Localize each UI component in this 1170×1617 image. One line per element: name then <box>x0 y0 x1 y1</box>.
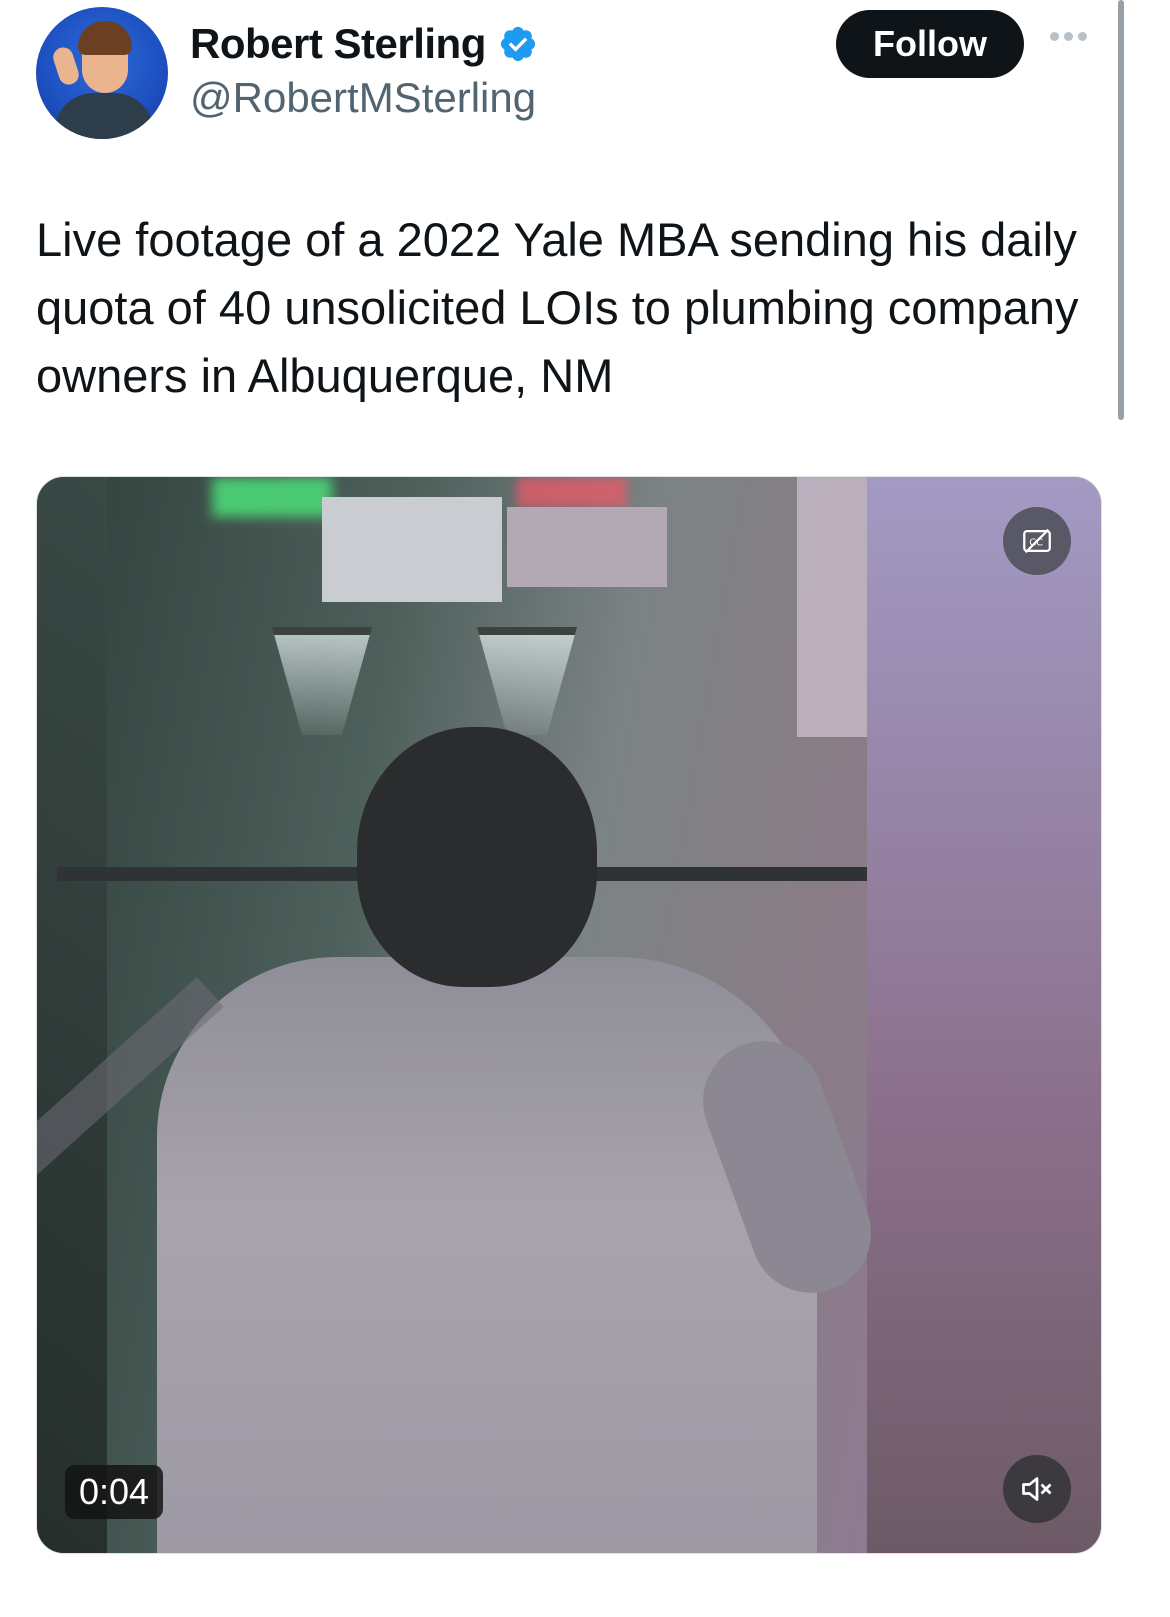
author-name[interactable]: Robert Sterling <box>190 20 486 68</box>
author-handle[interactable]: @RobertMSterling <box>190 74 536 122</box>
verified-badge-icon <box>500 26 535 62</box>
scrollbar[interactable] <box>1118 0 1124 420</box>
scene-sign <box>322 497 502 602</box>
scene-light <box>517 477 627 507</box>
scene-pillar <box>797 477 867 737</box>
follow-button[interactable]: Follow <box>836 10 1024 78</box>
captions-off-icon[interactable]: CC <box>1003 507 1071 575</box>
video-timestamp: 0:04 <box>65 1465 164 1519</box>
avatar-hair <box>78 21 132 55</box>
scene-person-torso <box>157 957 817 1553</box>
captions-off-glyph: CC <box>1023 528 1051 554</box>
scene-person-head <box>357 727 597 987</box>
more-dot <box>1050 32 1059 41</box>
more-dot <box>1064 32 1073 41</box>
scene-pillar <box>37 477 107 1553</box>
scene-hoop <box>272 627 372 735</box>
scene-sign <box>507 507 667 587</box>
muted-speaker-icon[interactable] <box>1003 1455 1071 1523</box>
more-dot <box>1078 32 1087 41</box>
scene-wall <box>867 477 1101 1553</box>
author-avatar[interactable] <box>36 7 168 139</box>
scene-light <box>212 477 332 517</box>
scene-hoop <box>477 627 577 735</box>
tweet-text: Live footage of a 2022 Yale MBA sending … <box>36 213 1079 402</box>
more-horizontal-icon[interactable] <box>1050 32 1087 41</box>
video-player[interactable]: CC 0:04 <box>36 476 1102 1554</box>
avatar-hand <box>50 44 82 88</box>
avatar-body <box>54 93 154 139</box>
video-frame <box>37 477 1101 1553</box>
author-name-row[interactable]: Robert Sterling <box>190 20 538 68</box>
muted-speaker-glyph <box>1022 1477 1052 1501</box>
